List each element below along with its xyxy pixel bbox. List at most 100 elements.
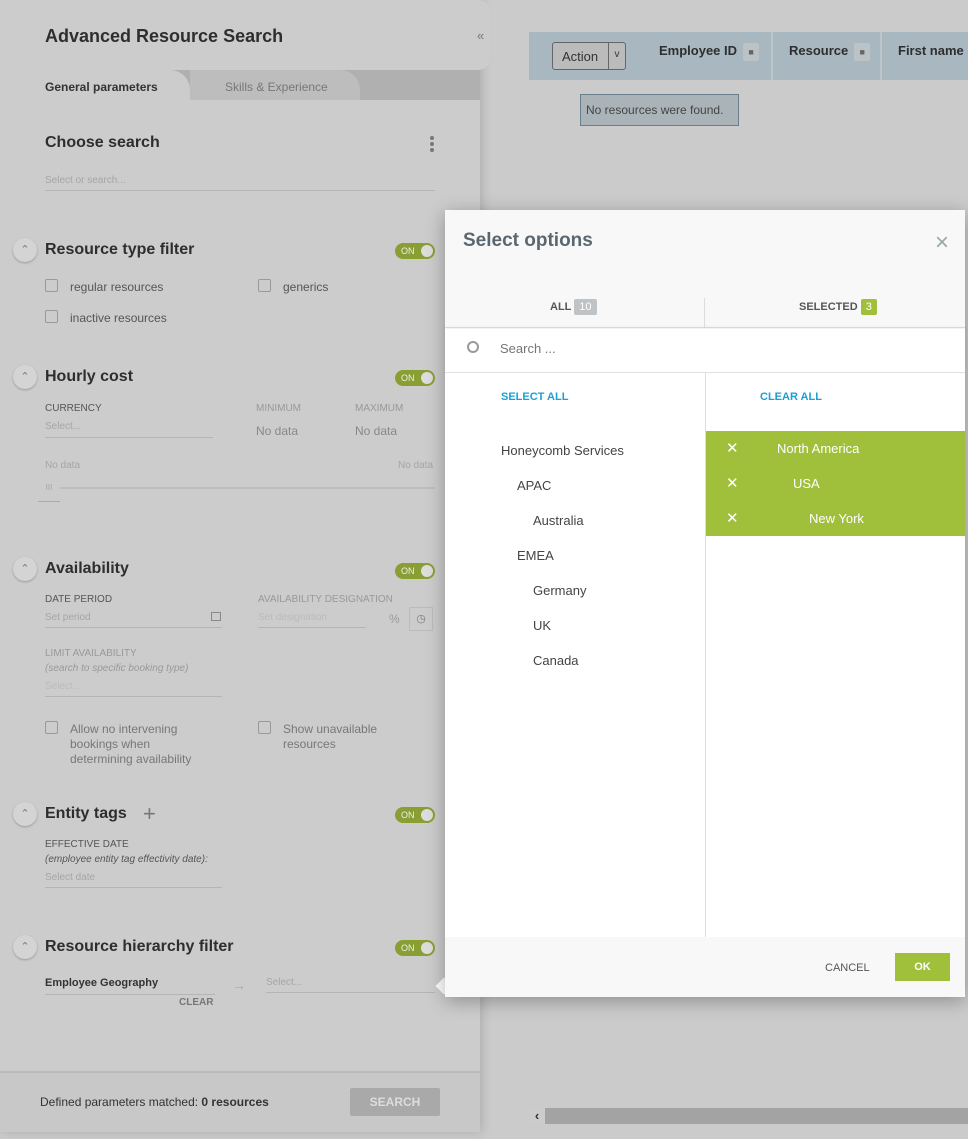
search-button[interactable]: SEARCH <box>350 1088 440 1116</box>
tab-skills-experience[interactable]: Skills & Experience <box>190 70 360 100</box>
choose-search-select[interactable]: Select or search... <box>45 175 435 191</box>
option-item[interactable]: Australia <box>533 513 584 528</box>
collapse-panel-icon[interactable]: « <box>477 28 484 43</box>
availability-title: Availability <box>45 560 129 577</box>
clear-all-link[interactable]: CLEAR ALL <box>760 391 822 403</box>
maximum-value: No data <box>355 424 398 438</box>
column-employee-id[interactable]: Employee ID ■ <box>643 32 773 80</box>
hierarchy-title: Resource hierarchy filter <box>45 938 234 955</box>
remove-icon[interactable]: ✕ <box>726 509 739 527</box>
clock-icon[interactable]: ◷ <box>409 607 433 631</box>
option-item[interactable]: APAC <box>517 478 551 493</box>
date-period-input[interactable]: Set period <box>45 612 222 628</box>
column-resource[interactable]: Resource ■ <box>775 32 882 80</box>
action-dropdown[interactable]: Action v <box>552 42 626 70</box>
tab-all[interactable]: ALL 10 <box>550 299 597 315</box>
collapse-section-icon[interactable]: ⌃ <box>13 365 37 389</box>
selected-count-badge: 3 <box>860 299 877 315</box>
option-item[interactable]: UK <box>533 618 551 633</box>
calendar-icon[interactable] <box>211 612 221 621</box>
option-item[interactable]: Honeycomb Services <box>501 443 624 458</box>
column-label: First name <box>898 43 964 58</box>
selected-item[interactable]: ✕ USA <box>706 466 965 501</box>
date-period-label: DATE PERIOD <box>45 594 113 605</box>
checkbox-inactive-resources[interactable] <box>45 310 58 323</box>
currency-select[interactable]: Select... <box>45 421 213 438</box>
slider-handle[interactable]: III <box>38 483 60 502</box>
resource-type-toggle[interactable]: ON <box>395 243 435 259</box>
maximum-label: MAXIMUM <box>355 403 404 414</box>
hierarchy-clear-button[interactable]: CLEAR <box>179 997 213 1008</box>
match-text: Defined parameters matched: <box>40 1095 202 1109</box>
minimum-label: MINIMUM <box>256 403 301 414</box>
hierarchy-target-select[interactable]: Select... <box>266 977 435 993</box>
checkbox-regular-resources[interactable] <box>45 279 58 292</box>
entity-tags-toggle[interactable]: ON <box>395 807 435 823</box>
tab-divider <box>704 298 705 328</box>
percent-icon: % <box>389 612 400 626</box>
search-icon <box>467 341 479 353</box>
selected-item[interactable]: ✕ New York <box>706 501 965 536</box>
cost-slider-track[interactable] <box>60 487 435 489</box>
option-item[interactable]: Germany <box>533 583 586 598</box>
collapse-section-icon[interactable]: ⌃ <box>13 935 37 959</box>
checkbox-label: inactive resources <box>70 311 167 325</box>
option-item[interactable]: EMEA <box>517 548 554 563</box>
minimum-value: No data <box>256 424 299 438</box>
hierarchy-toggle[interactable]: ON <box>395 940 435 956</box>
checkbox-label: generics <box>283 280 329 294</box>
collapse-section-icon[interactable]: ⌃ <box>13 557 37 581</box>
modal-title: Select options <box>463 230 593 251</box>
choose-search-title: Choose search <box>45 134 160 151</box>
checkbox-label: Show unavailable resources <box>283 722 378 751</box>
horizontal-scrollbar[interactable]: ‹ <box>529 1108 968 1124</box>
remove-icon[interactable]: ✕ <box>726 474 739 492</box>
match-summary: Defined parameters matched: 0 resources <box>40 1095 269 1109</box>
cancel-button[interactable]: CANCEL <box>825 962 870 974</box>
hourly-cost-toggle[interactable]: ON <box>395 370 435 386</box>
effective-date-input[interactable]: Select date <box>45 872 222 888</box>
limit-availability-label: LIMIT AVAILABILITY <box>45 648 137 659</box>
add-tag-icon[interactable]: + <box>143 801 156 827</box>
option-item[interactable]: Canada <box>533 653 579 668</box>
tab-selected[interactable]: SELECTED 3 <box>799 299 877 315</box>
lock-icon[interactable]: ■ <box>743 43 760 61</box>
column-label: Employee ID <box>659 43 738 58</box>
hourly-cost-title: Hourly cost <box>45 368 134 385</box>
checkbox-show-unavailable[interactable] <box>258 721 271 734</box>
designation-input[interactable]: Set designation <box>258 612 366 628</box>
lock-icon[interactable]: ■ <box>854 43 871 61</box>
collapse-section-icon[interactable]: ⌃ <box>13 802 37 826</box>
empty-message: No resources were found. <box>580 94 739 126</box>
resource-type-title: Resource type filter <box>45 241 195 258</box>
remove-icon[interactable]: ✕ <box>726 439 739 457</box>
search-input[interactable] <box>500 341 900 356</box>
checkbox-generics[interactable] <box>258 279 271 292</box>
select-options-modal: Select options × ALL 10 SELECTED 3 SELEC… <box>445 210 965 997</box>
scroll-left-icon[interactable]: ‹ <box>529 1108 545 1124</box>
select-all-link[interactable]: SELECT ALL <box>501 391 568 403</box>
checkbox-no-intervening[interactable] <box>45 721 58 734</box>
more-options-icon[interactable] <box>430 136 434 152</box>
selected-item[interactable]: ✕ North America <box>706 431 965 466</box>
collapse-section-icon[interactable]: ⌃ <box>13 238 37 262</box>
availability-toggle[interactable]: ON <box>395 563 435 579</box>
chevron-down-icon: v <box>608 43 625 69</box>
currency-label: CURRENCY <box>45 403 102 414</box>
selected-label: SELECTED <box>799 301 858 313</box>
ok-button[interactable]: OK <box>895 953 950 981</box>
arrow-right-icon: → <box>232 977 246 993</box>
close-icon[interactable]: × <box>935 229 949 257</box>
all-count-badge: 10 <box>574 299 597 315</box>
column-first-name[interactable]: First name <box>884 32 968 80</box>
checkbox-label: regular resources <box>70 280 164 294</box>
limit-availability-select[interactable]: Select... <box>45 681 222 697</box>
hierarchy-select[interactable]: Employee Geography <box>45 977 215 995</box>
entity-tags-title: Entity tags <box>45 805 127 822</box>
availability-designation-label: AVAILABILITY DESIGNATION <box>258 594 393 605</box>
search-box[interactable] <box>445 329 965 373</box>
effective-date-hint: (employee entity tag effectivity date): <box>45 854 208 865</box>
selected-item-label: North America <box>777 441 860 456</box>
selected-item-label: USA <box>793 476 820 491</box>
tab-general-parameters[interactable]: General parameters <box>0 70 190 100</box>
